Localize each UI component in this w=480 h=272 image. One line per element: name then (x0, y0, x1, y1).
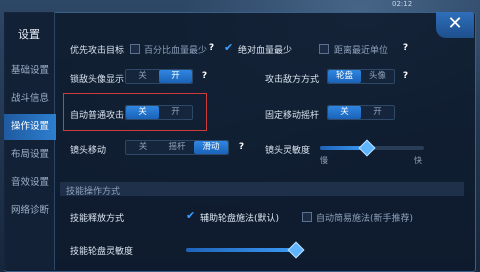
close-button[interactable]: ✕ (436, 12, 474, 38)
camera-sensitivity-label: 镜头灵敏度 (265, 146, 311, 156)
fixed-joystick-off[interactable]: 关 (328, 106, 361, 119)
settings-title: 设置 (18, 28, 40, 41)
clock-text: 02:12 (392, 0, 413, 8)
auto-simple-label: 自动简易施法(新手推荐) (316, 214, 414, 224)
sidebar-item-basic[interactable]: 基础设置 (4, 58, 56, 84)
fast-label: 快 (414, 156, 422, 165)
fixed-joystick-toggle[interactable]: 关 开 (327, 105, 395, 120)
help-icon[interactable]: ? (206, 43, 217, 54)
skill-cast-label: 技能释放方式 (70, 214, 125, 224)
assist-wheel-label: 辅助轮盘施法(默认) (200, 214, 280, 224)
sidebar-item-battle-info[interactable]: 战斗信息 (4, 86, 56, 112)
skill-wheel-sensitivity-slider[interactable] (186, 248, 298, 252)
check-icon[interactable]: ✔ (186, 210, 195, 221)
sidebar-item-network[interactable]: 网络诊断 (4, 198, 56, 224)
close-icon: ✕ (447, 13, 463, 34)
sidebar-item-layout[interactable]: 布局设置 (4, 142, 56, 168)
auto-attack-label: 自动普通攻击 (70, 111, 125, 121)
skill-wheel-sensitivity-label: 技能轮盘灵敏度 (70, 247, 134, 257)
attack-enemy-label: 攻击敌方方式 (265, 75, 320, 85)
auto-attack-off[interactable]: 关 (126, 106, 159, 119)
auto-attack-on[interactable]: 开 (159, 106, 192, 119)
help-icon[interactable]: ? (400, 71, 411, 82)
absolute-hp-label: 绝对血量最少 (238, 46, 293, 56)
camera-move-label: 镜头移动 (70, 146, 107, 156)
attack-enemy-wheel[interactable]: 轮盘 (328, 70, 361, 83)
status-bar: 02:12 (300, 0, 480, 10)
attack-enemy-toggle[interactable]: 轮盘 头像 (327, 69, 395, 84)
camera-move-off[interactable]: 关 (126, 141, 160, 154)
camera-move-swipe[interactable]: 滑动 (194, 141, 228, 154)
slow-label: 慢 (320, 156, 328, 165)
fixed-joystick-on[interactable]: 开 (361, 106, 394, 119)
checkbox-auto-simple[interactable] (302, 212, 312, 222)
checkbox-nearest[interactable] (319, 44, 329, 54)
skill-section-header: 技能操作方式 (60, 182, 464, 197)
sidebar-item-sound[interactable]: 音效设置 (4, 170, 56, 196)
checkbox-percent-hp[interactable] (130, 44, 140, 54)
attack-enemy-avatar[interactable]: 头像 (361, 70, 394, 83)
lock-head-on[interactable]: 开 (159, 70, 192, 83)
lock-head-off[interactable]: 关 (126, 70, 159, 83)
camera-move-toggle[interactable]: 关 摇杆 滑动 (125, 140, 229, 155)
check-icon[interactable]: ✔ (224, 42, 233, 53)
help-icon[interactable]: ? (400, 43, 411, 54)
auto-attack-toggle[interactable]: 关 开 (125, 105, 193, 120)
help-icon[interactable]: ? (199, 71, 210, 82)
skill-section-title: 技能操作方式 (66, 187, 121, 197)
sidebar-item-controls[interactable]: 操作设置 (4, 114, 56, 140)
fixed-joystick-label: 固定移动摇杆 (265, 111, 320, 121)
settings-sidebar: 设置 基础设置 战斗信息 操作设置 布局设置 音效设置 网络诊断 (4, 12, 56, 270)
skill-wheel-sensitivity-fill (186, 248, 296, 252)
camera-move-joystick[interactable]: 摇杆 (160, 141, 194, 154)
nearest-unit-label: 距离最近单位 (334, 46, 389, 56)
lock-head-toggle[interactable]: 关 开 (125, 69, 193, 84)
lock-head-label: 锁敌头像显示 (70, 75, 125, 85)
percent-hp-label: 百分比血量最少 (144, 46, 208, 56)
help-icon[interactable]: ? (236, 142, 247, 153)
priority-target-label: 优先攻击目标 (70, 46, 125, 56)
